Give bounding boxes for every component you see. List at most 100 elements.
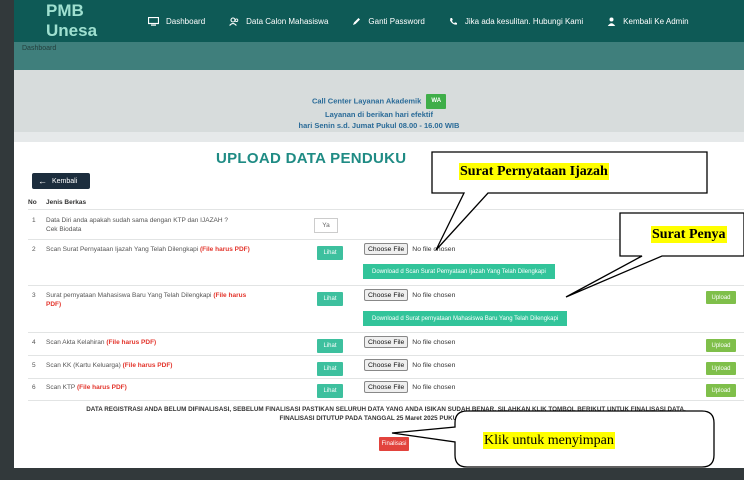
nav-kembali-admin[interactable]: Kembali Ke Admin (595, 17, 700, 26)
row-3-no: 3 (32, 292, 36, 299)
nav-dashboard-label: Dashboard (166, 16, 206, 26)
row-3-label: Surat pernyataan Mahasiswa Baru Yang Tel… (46, 291, 246, 309)
user-icon (607, 17, 616, 26)
notice-line-2: FINALISASI DITUTUP PADA TANGGAL 25 Maret… (279, 415, 493, 422)
biodata-check-value: Ya (314, 218, 338, 233)
row-divider (28, 378, 744, 379)
nav-ganti-password[interactable]: Ganti Password (340, 17, 436, 26)
back-button[interactable]: ← Kembali (32, 173, 90, 189)
row-3-lihat-button[interactable]: Lihat (317, 292, 343, 306)
row-6-no: 6 (32, 384, 36, 391)
brand-logo[interactable]: PMB Unesa (14, 1, 136, 41)
row-divider (28, 400, 744, 401)
monitor-icon (148, 16, 159, 26)
row-4-no: 4 (32, 339, 36, 346)
row-5-file-input[interactable]: Choose File No file chosen (364, 359, 455, 371)
users-icon (229, 16, 239, 26)
row-4-pdf-note: (File harus PDF) (106, 339, 157, 346)
nav-data-calon-mahasiswa[interactable]: Data Calon Mahasiswa (217, 17, 340, 26)
row-2-file-status: No file chosen (412, 245, 456, 253)
row-3-pdf-note-2: PDF) (46, 301, 62, 308)
finalisasi-button[interactable]: Finalisasi (379, 437, 409, 451)
row-5-text: Scan KK (Kartu Keluarga) (46, 362, 123, 369)
nav-admin-label: Kembali Ke Admin (623, 16, 689, 26)
row-3-file-input[interactable]: Choose File No file chosen (364, 289, 455, 301)
annotation-pernyataan: Surat Penya (651, 226, 727, 243)
nav-hubungi-kami[interactable]: Jika ada kesulitan. Hubungi Kami (437, 17, 595, 26)
row-divider (28, 239, 744, 240)
row-3-upload-button[interactable]: Upload (706, 291, 736, 304)
row-divider (28, 332, 744, 333)
row-2-lihat-button[interactable]: Lihat (317, 246, 343, 260)
row-6-file-status: No file chosen (412, 383, 456, 391)
page-title: UPLOAD DATA PENDUKU (216, 150, 407, 167)
call-center-title: Call Center Layanan Akademik (311, 96, 422, 106)
nav-data-label: Data Calon Mahasiswa (246, 16, 329, 26)
browser-viewport: PMB Unesa Dashboard Data Calon Mahasiswa… (14, 0, 744, 468)
row-3-pdf-note: (File harus (213, 292, 247, 299)
row-2-pdf-note: (File harus PDF) (199, 246, 250, 253)
annotation-ijazah: Surat Pernyataan Ijazah (459, 163, 609, 180)
row-1-label: Data Diri anda apakah sudah sama dengan … (46, 216, 228, 234)
phone-icon (449, 17, 457, 25)
nav-hubungi-label: Jika ada kesulitan. Hubungi Kami (464, 16, 584, 26)
row-6-pdf-note: (File harus PDF) (76, 384, 127, 391)
row-6-lihat-button[interactable]: Lihat (317, 384, 343, 398)
header-divider (28, 209, 744, 210)
row-1-subtext: Cek Biodata (46, 226, 82, 233)
row-2-no: 2 (32, 246, 36, 253)
column-header-jenis: Jenis Berkas (46, 199, 87, 206)
row-5-label: Scan KK (Kartu Keluarga) (File harus PDF… (46, 361, 172, 370)
breadcrumb[interactable]: Dashboard (22, 45, 56, 52)
row-2-file-input[interactable]: Choose File No file chosen (364, 243, 455, 255)
back-button-label: Kembali (52, 177, 78, 185)
arrow-left-icon: ← (38, 176, 47, 186)
row-4-upload-button[interactable]: Upload (706, 339, 736, 352)
row-2-text: Scan Surat Pernyataan Ijazah Yang Telah … (46, 246, 200, 253)
row-4-choose-file-button[interactable]: Choose File (364, 336, 409, 348)
pencil-icon (353, 17, 361, 25)
row-6-label: Scan KTP (File harus PDF) (46, 383, 127, 392)
annotation-simpan: Klik untuk menyimpan (483, 432, 615, 449)
row-3-file-status: No file chosen (412, 291, 456, 299)
row-divider (28, 285, 744, 286)
row-4-lihat-button[interactable]: Lihat (317, 339, 343, 353)
row-4-file-input[interactable]: Choose File No file chosen (364, 336, 455, 348)
row-3-text: Surat pernyataan Mahasiswa Baru Yang Tel… (46, 292, 214, 299)
row-5-no: 5 (32, 362, 36, 369)
call-center-title-line: Call Center Layanan Akademik WA (14, 94, 744, 109)
row-2-label: Scan Surat Pernyataan Ijazah Yang Telah … (46, 245, 250, 254)
row-4-file-status: No file chosen (412, 338, 456, 346)
row-1-text: Data Diri anda apakah sudah sama dengan … (46, 217, 228, 224)
breadcrumb-bar: Dashboard (14, 42, 744, 70)
row-5-choose-file-button[interactable]: Choose File (364, 359, 409, 371)
nav-password-label: Ganti Password (368, 16, 425, 26)
row-3-choose-file-button[interactable]: Choose File (364, 289, 409, 301)
service-hours: hari Senin s.d. Jumat Pukul 08.00 - 16.0… (298, 121, 460, 130)
service-days: Layanan di berikan hari efektif (325, 110, 433, 119)
row-divider (28, 355, 744, 356)
call-center-info: Call Center Layanan Akademik WA Layanan … (14, 94, 744, 131)
row-4-text: Scan Akta Kelahiran (46, 339, 107, 346)
row-5-upload-button[interactable]: Upload (706, 362, 736, 375)
row-2-choose-file-button[interactable]: Choose File (364, 243, 409, 255)
row-3-download-button[interactable]: Download d Surat pernyataan Mahasiswa Ba… (363, 311, 568, 326)
top-navbar: PMB Unesa Dashboard Data Calon Mahasiswa… (14, 0, 744, 42)
row-6-file-input[interactable]: Choose File No file chosen (364, 381, 455, 393)
row-6-upload-button[interactable]: Upload (706, 384, 736, 397)
nav-menu: Dashboard Data Calon Mahasiswa Ganti Pas… (136, 0, 701, 42)
row-6-text: Scan KTP (46, 384, 77, 391)
row-5-file-status: No file chosen (412, 361, 456, 369)
nav-dashboard[interactable]: Dashboard (136, 16, 217, 26)
row-2-download-button[interactable]: Download d Scan Surat Pernyataan Ijazah … (363, 264, 555, 279)
row-5-pdf-note: (File harus PDF) (122, 362, 173, 369)
finalization-notice: DATA REGISTRASI ANDA BELUM DIFINALISASI,… (28, 405, 744, 423)
row-4-label: Scan Akta Kelahiran (File harus PDF) (46, 338, 156, 347)
row-5-lihat-button[interactable]: Lihat (317, 362, 343, 376)
screen-frame: PMB Unesa Dashboard Data Calon Mahasiswa… (0, 0, 744, 480)
row-1-no: 1 (32, 217, 36, 224)
whatsapp-button[interactable]: WA (426, 94, 447, 109)
row-6-choose-file-button[interactable]: Choose File (364, 381, 409, 393)
column-header-no: No (28, 199, 37, 206)
notice-line-1: DATA REGISTRASI ANDA BELUM DIFINALISASI,… (86, 406, 686, 413)
